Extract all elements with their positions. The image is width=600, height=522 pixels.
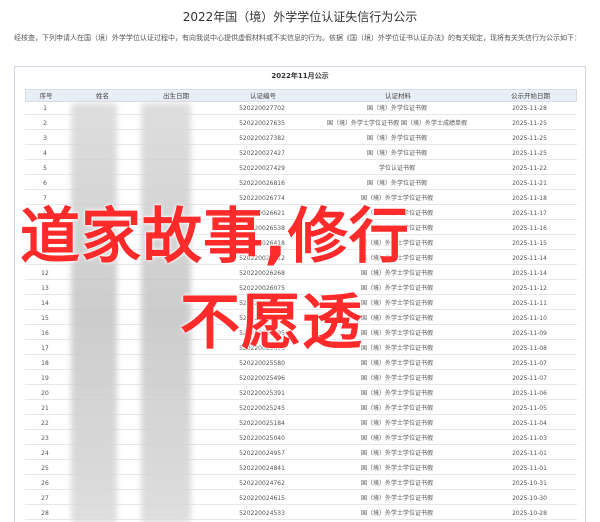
row-date: 2025-11-04: [512, 420, 547, 427]
row-date: 2025-11-25: [512, 135, 547, 142]
row-cert-code: 520220024957: [239, 450, 285, 457]
intro-paragraph: 经核查，下列申请人在国（境）外学学位认证过程中，有向我说中心提供虚假材料或不实信…: [14, 34, 581, 42]
row-date: 2025-11-11: [512, 300, 547, 307]
row-no: 27: [41, 495, 49, 502]
row-material: 国（境）外学士学位证书假: [360, 390, 433, 397]
row-date: 2025-10-31: [512, 480, 547, 487]
page-title: 2022年国（境）外学学位认证失信行为公示: [182, 10, 418, 24]
row-no: 17: [41, 345, 49, 352]
row-date: 2025-11-05: [512, 405, 547, 412]
row-no: 20: [41, 390, 49, 397]
row-no: 16: [41, 330, 49, 337]
row-no: 23: [41, 435, 49, 442]
row-date: 2025-11-21: [512, 180, 547, 187]
row-material: 国（境）外学士学位证书假: [360, 465, 433, 472]
row-material: 国（境）外学士学位证书假: [360, 420, 433, 427]
row-date: 2025-11-07: [512, 375, 547, 382]
row-date: 2025-11-16: [512, 225, 547, 232]
row-no: 19: [41, 375, 49, 382]
row-cert-code: 520220027429: [239, 165, 285, 172]
row-date: 2025-11-25: [512, 120, 547, 127]
row-no: 2: [43, 120, 47, 127]
row-no: 15: [41, 315, 49, 322]
row-date: 2025-11-25: [512, 150, 547, 157]
row-no: 4: [43, 150, 47, 157]
table-title: 2022年11月公示: [271, 72, 329, 80]
row-no: 1: [43, 105, 47, 112]
row-cert-code: 520220024762: [239, 480, 285, 487]
row-material: 国（境）外学士学位证书假: [360, 435, 433, 442]
row-date: 2025-11-14: [512, 270, 547, 277]
row-date: 2025-11-18: [512, 195, 547, 202]
row-no: 5: [43, 165, 47, 172]
row-date: 2025-11-28: [512, 105, 547, 112]
row-no: 13: [41, 285, 49, 292]
row-no: 3: [43, 135, 47, 142]
row-cert-code: 520220025391: [239, 390, 285, 397]
row-material: 国（境）外学士学位证书假: [360, 375, 433, 382]
row-date: 2025-11-01: [512, 465, 547, 472]
row-date: 2025-11-01: [512, 450, 547, 457]
row-cert-code: 520220024533: [239, 510, 285, 517]
row-cert-code: 520220024841: [239, 465, 285, 472]
row-no: 21: [41, 405, 49, 412]
row-material: 国（境）外学士学位证书假: [360, 495, 433, 502]
row-material: 学位认证书假: [378, 165, 415, 172]
row-cert-code: 520220027635: [239, 120, 285, 127]
row-date: 2025-11-06: [512, 390, 547, 397]
row-date: 2025-11-14: [512, 255, 547, 262]
row-cert-code: 520220027427: [239, 150, 285, 157]
row-date: 2025-11-07: [512, 360, 547, 367]
row-material: 国（境）外学位证书假: [366, 135, 427, 142]
row-cert-code: 520220025496: [239, 375, 285, 382]
row-cert-code: 520220025245: [239, 405, 285, 412]
row-cert-code: 520220025184: [239, 420, 285, 427]
row-date: 2025-11-17: [512, 210, 547, 217]
row-no: 14: [41, 300, 49, 307]
row-date: 2025-11-09: [512, 330, 547, 337]
row-date: 2025-11-03: [512, 435, 547, 442]
row-date: 2025-11-22: [512, 165, 547, 172]
row-material: 国（境）外学位证书假: [366, 150, 427, 157]
row-date: 2025-10-30: [512, 495, 547, 502]
table-header: 序号 姓名 出生日期 认证编号 认证材料 公示开始日期: [25, 89, 577, 102]
row-no: 26: [41, 480, 49, 487]
row-no: 18: [41, 360, 49, 367]
row-cert-code: 520220027702: [239, 105, 285, 112]
row-material: 国（境）外学士学位证书假: [360, 510, 433, 517]
row-material: 国（境）外学位证书假: [366, 105, 427, 112]
name-blur-mask: [71, 103, 117, 522]
row-material: 国（境）外学士学位证书假 国（境）外学士成绩单假: [327, 120, 467, 127]
row-material: 国（境）外学士学位证书假: [360, 450, 433, 457]
overlay-caption-line1: 道家故事,修行: [20, 202, 410, 272]
row-date: 2025-11-08: [512, 345, 547, 352]
row-no: 28: [41, 510, 49, 517]
row-date: 2025-11-15: [512, 240, 547, 247]
row-date: 2025-11-12: [512, 285, 547, 292]
row-no: 24: [41, 450, 49, 457]
row-date: 2025-11-10: [512, 315, 547, 322]
row-material: 国（境）外学士学位证书假: [360, 405, 433, 412]
row-cert-code: 520220024615: [239, 495, 285, 502]
row-cert-code: 520220027382: [239, 135, 285, 142]
overlay-caption-line2: 不愿透: [180, 288, 363, 358]
row-date: 2025-10-28: [512, 510, 547, 517]
row-cert-code: 520220025040: [239, 435, 285, 442]
row-no: 25: [41, 465, 49, 472]
row-no: 22: [41, 420, 49, 427]
row-material: 国（境）外学士学位证书假: [360, 480, 433, 487]
